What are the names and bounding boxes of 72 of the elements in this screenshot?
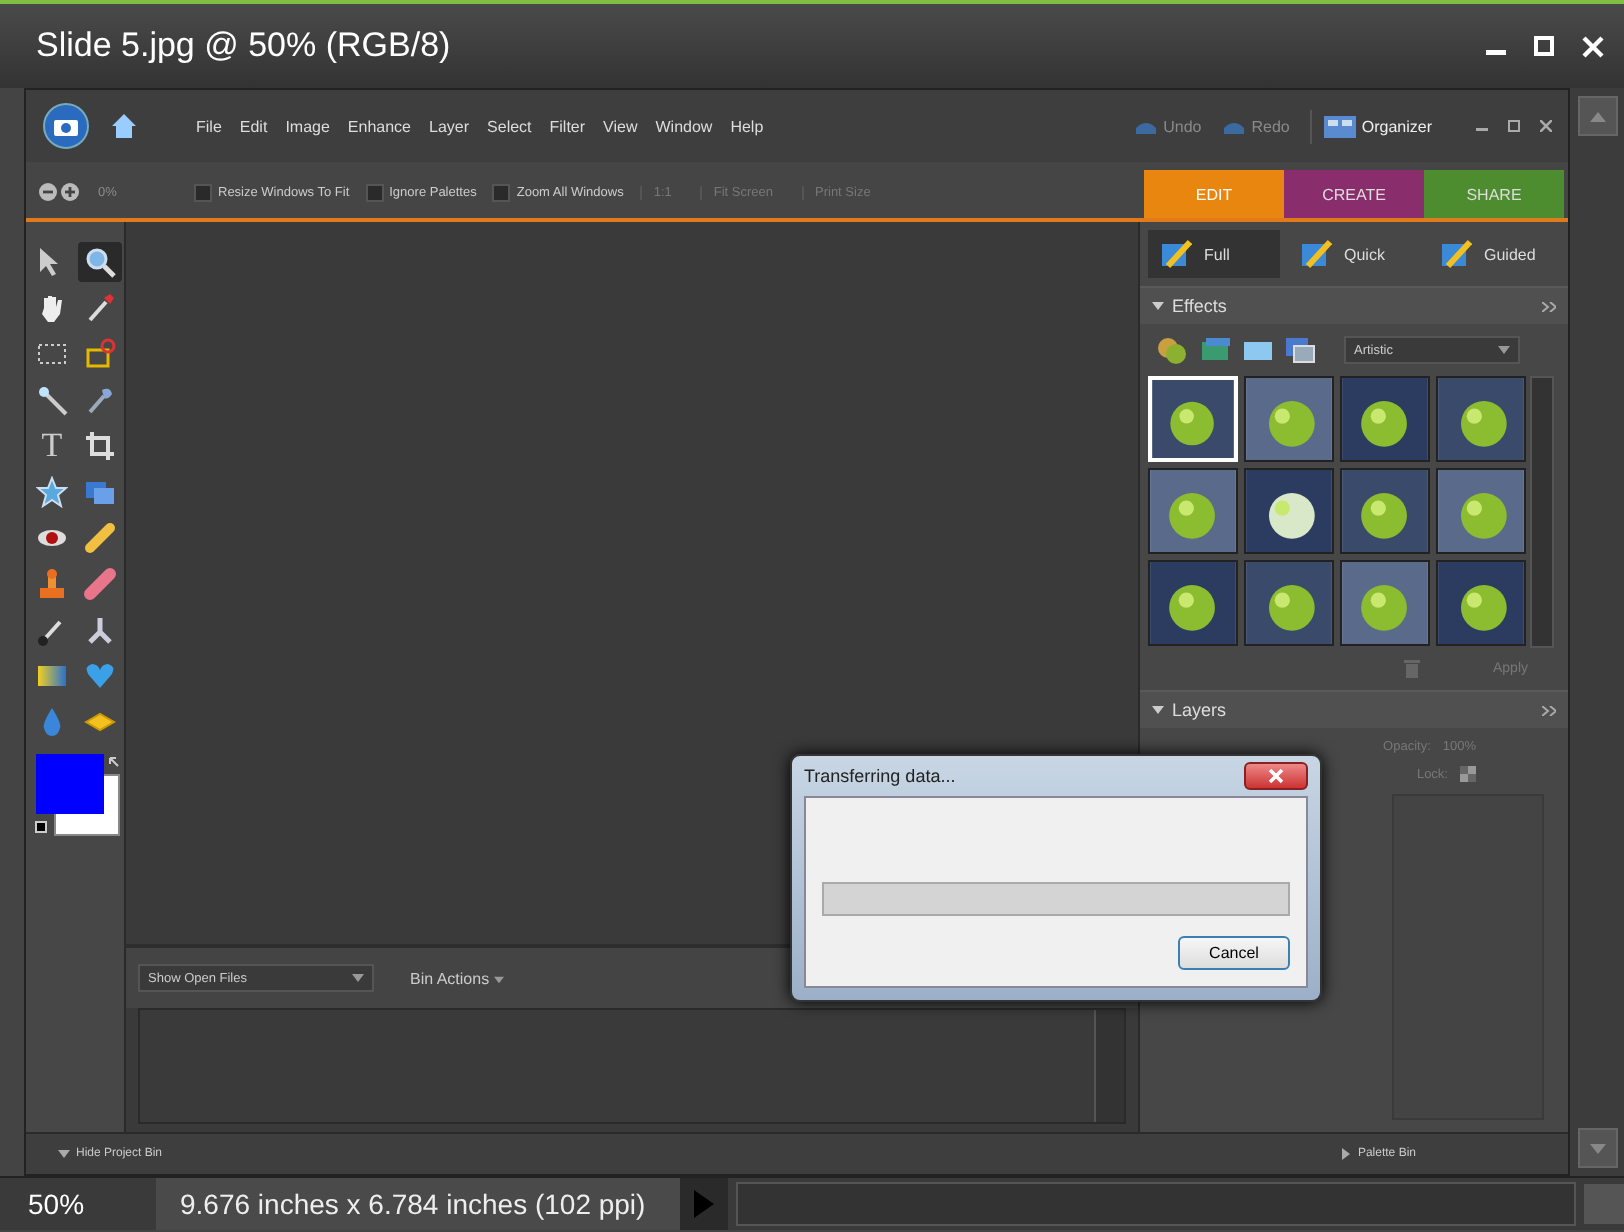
triangle-down-icon	[58, 1148, 70, 1160]
menu-item[interactable]: View	[601, 113, 640, 139]
caret-icon	[1498, 346, 1510, 354]
scroll-down-icon[interactable]	[1577, 1128, 1617, 1168]
effect-thumbnail[interactable]	[1436, 468, 1526, 554]
layers-header: Layers	[1172, 700, 1229, 720]
horizontal-scrollbar[interactable]	[736, 1182, 1576, 1226]
stacked-photos-icon[interactable]	[1284, 334, 1316, 366]
photo-pencil-icon	[1300, 238, 1332, 270]
photo-grid-icon	[1323, 115, 1356, 137]
bin-actions-menu[interactable]: Bin Actions	[398, 967, 516, 989]
filter-icon[interactable]	[1156, 334, 1188, 366]
effects-header: Effects	[1172, 296, 1229, 316]
effect-thumbnail[interactable]	[1340, 468, 1430, 554]
lock-checker-icon[interactable]	[1460, 766, 1476, 782]
panel-menu-icon[interactable]	[1542, 301, 1556, 311]
menu-item[interactable]: Filter	[547, 113, 588, 139]
photo-pencil-icon	[1160, 238, 1192, 270]
photo-effect-icon[interactable]	[1244, 336, 1272, 364]
caret-icon	[352, 974, 364, 982]
mode-button[interactable]: Full	[1148, 230, 1280, 278]
triangle-right-icon	[1339, 1148, 1352, 1160]
zoom-buttons-icon[interactable]	[38, 182, 82, 202]
menu-item[interactable]: Image	[283, 113, 332, 139]
magnifier-icon[interactable]	[78, 242, 122, 282]
close-button[interactable]	[1244, 762, 1308, 790]
triangle-down-icon[interactable]	[1152, 300, 1164, 312]
caret-icon	[493, 975, 504, 983]
menu-item[interactable]: Window	[653, 113, 715, 139]
scrollbar[interactable]	[1094, 1010, 1124, 1122]
cancel-button[interactable]: Cancel	[1178, 936, 1290, 970]
close-icon[interactable]	[1540, 120, 1552, 132]
menu-item[interactable]: Select	[485, 113, 534, 139]
scroll-up-icon[interactable]	[1577, 96, 1617, 136]
resize-grip-icon[interactable]	[1584, 1184, 1624, 1224]
menu-item[interactable]: File	[194, 113, 224, 139]
close-icon	[1268, 768, 1284, 784]
type-tool-button[interactable]: T	[30, 426, 74, 466]
dialog-title: Transferring data...	[804, 766, 956, 786]
star-icon[interactable]	[30, 472, 74, 512]
effect-thumbnail[interactable]	[1436, 376, 1526, 462]
effect-thumbnail[interactable]	[1436, 560, 1526, 646]
color-swatches-icon[interactable]	[30, 754, 122, 838]
effect-thumbnail[interactable]	[1148, 468, 1238, 554]
menu-item[interactable]: Help	[728, 113, 766, 139]
effect-thumbnail[interactable]	[1148, 560, 1238, 646]
maximize-icon[interactable]	[1508, 120, 1520, 132]
effect-thumbnail[interactable]	[1244, 468, 1334, 554]
triangle-down-icon[interactable]	[1152, 704, 1164, 716]
zoom-level: 50%	[26, 1188, 87, 1220]
layer-style-icon[interactable]	[1200, 334, 1232, 366]
effect-thumbnail[interactable]	[1244, 560, 1334, 646]
image-dimensions: 9.676 inches x 6.784 inches (102 ppi)	[156, 1178, 680, 1230]
menu-item[interactable]: Layer	[427, 113, 472, 139]
panel-menu-icon[interactable]	[1542, 705, 1556, 715]
window-title: Slide 5.jpg @ 50% (RGB/8)	[36, 26, 453, 66]
camera-logo-icon[interactable]	[42, 102, 90, 150]
menu-item[interactable]: Edit	[237, 113, 270, 139]
redo-arrow-icon	[1221, 119, 1246, 133]
home-icon[interactable]	[110, 112, 138, 140]
effect-thumbnail[interactable]	[1340, 376, 1430, 462]
tab[interactable]: CREATE	[1284, 170, 1424, 218]
play-icon	[694, 1190, 714, 1218]
undo-arrow-icon	[1133, 119, 1158, 133]
scrollbar[interactable]	[1530, 376, 1554, 648]
mode-button[interactable]: Quick	[1288, 230, 1420, 278]
effect-thumbnail[interactable]	[1340, 560, 1430, 646]
mode-button[interactable]: Guided	[1428, 230, 1560, 278]
effect-thumbnail[interactable]	[1244, 376, 1334, 462]
photo-pencil-icon	[1440, 238, 1472, 270]
menu-item[interactable]: Enhance	[345, 113, 414, 139]
organizer-button[interactable]: Organizer	[1309, 109, 1444, 143]
